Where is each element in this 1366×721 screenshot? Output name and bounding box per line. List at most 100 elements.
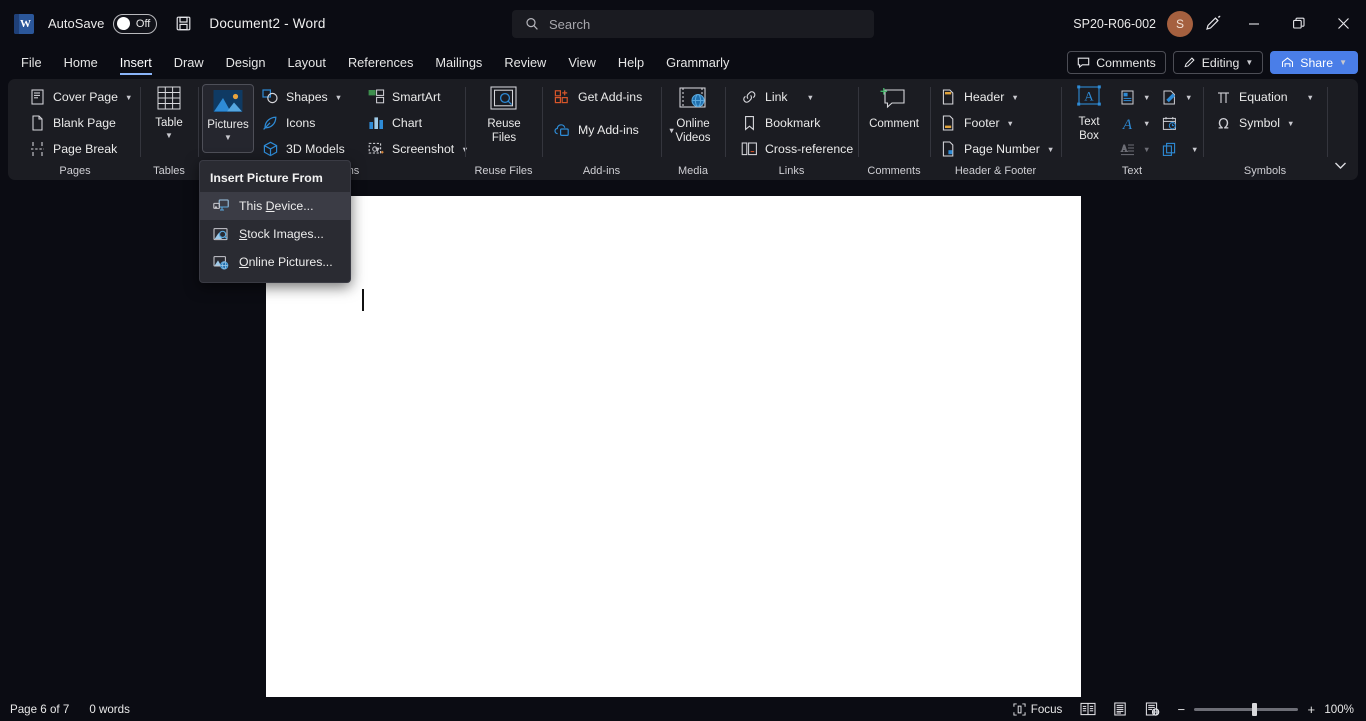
chart-button[interactable]: Chart [367, 112, 422, 134]
text-box-label-line1: Text [1078, 116, 1100, 128]
tab-references[interactable]: References [337, 47, 424, 78]
chevron-down-icon: ▼ [1191, 144, 1199, 154]
new-comment-button[interactable]: Comment [866, 85, 922, 131]
footer-label: Footer [964, 116, 1000, 130]
tab-draw[interactable]: Draw [163, 47, 215, 78]
signature-line-icon [1160, 88, 1178, 106]
read-mode-button[interactable] [1072, 697, 1104, 721]
zoom-slider-thumb[interactable] [1252, 702, 1258, 716]
share-button[interactable]: Share ▼ [1270, 51, 1358, 74]
cross-reference-button[interactable]: Cross-reference [740, 138, 853, 160]
zoom-level-label[interactable]: 100% [1316, 703, 1366, 716]
table-button[interactable]: Table ▼ [141, 85, 197, 140]
link-button[interactable]: Link ▼ [740, 86, 814, 108]
minimize-button[interactable] [1231, 0, 1276, 47]
footer-button[interactable]: Footer ▼ [939, 112, 1014, 134]
group-label-symbols: Symbols [1243, 165, 1287, 177]
object-button[interactable]: ▼ [1160, 138, 1198, 160]
bookmark-icon [740, 114, 758, 132]
tab-insert[interactable]: Insert [109, 47, 163, 78]
equation-button[interactable]: Equation ▼ [1214, 86, 1314, 108]
zoom-slider[interactable] [1194, 702, 1299, 716]
screenshot-icon [367, 140, 385, 158]
comments-button[interactable]: Comments [1067, 51, 1166, 74]
print-layout-button[interactable] [1104, 697, 1136, 721]
page-break-button[interactable]: Page Break [28, 138, 117, 160]
smartart-button[interactable]: SmartArt [367, 86, 441, 108]
chevron-down-icon: ▼ [124, 92, 133, 102]
header-button[interactable]: Header ▼ [939, 86, 1019, 108]
my-addins-button[interactable]: My Add-ins ▼ [553, 119, 675, 141]
avatar[interactable]: S [1167, 10, 1193, 37]
pen-draw-icon[interactable] [1193, 0, 1231, 47]
page-break-label: Page Break [53, 142, 118, 156]
chevron-down-icon: ▼ [1006, 118, 1014, 128]
web-layout-button[interactable] [1136, 697, 1168, 721]
zoom-out-button[interactable]: − [1176, 702, 1186, 717]
screenshot-button[interactable]: Screenshot ▼ [367, 138, 469, 160]
autosave-label: AutoSave [48, 16, 105, 31]
header-icon [939, 88, 957, 106]
zoom-in-button[interactable]: + [1306, 702, 1316, 717]
quick-parts-button[interactable]: ▼ [1118, 86, 1150, 108]
online-videos-label-line2: Videos [675, 132, 711, 144]
ribbon-collapse-button[interactable] [1330, 156, 1350, 174]
group-label-links: Links [778, 165, 805, 177]
tab-file[interactable]: File [10, 47, 53, 78]
close-button[interactable] [1321, 0, 1366, 47]
tab-grammarly[interactable]: Grammarly [655, 47, 740, 78]
document-page[interactable] [266, 196, 1081, 697]
my-addins-icon [553, 121, 571, 139]
date-and-time-button[interactable] [1160, 112, 1178, 134]
menu-item-online-pictures[interactable]: Online Pictures... [200, 248, 350, 276]
ribbon-group-text: A Text Box ▼ A ▼ A ▼ ▼ ▼ Text [1062, 79, 1202, 180]
chevron-down-icon: ▼ [1245, 58, 1254, 67]
tab-home[interactable]: Home [53, 47, 109, 78]
wordart-button[interactable]: A ▼ [1118, 112, 1150, 134]
signature-line-button[interactable]: ▼ [1160, 86, 1192, 108]
pictures-button[interactable]: Pictures ▼ [202, 84, 254, 153]
text-box-label-line2: Box [1079, 130, 1099, 142]
zoom-control[interactable]: − + [1168, 702, 1316, 717]
status-bar-right: Focus − + 100% [1003, 697, 1366, 721]
restore-button[interactable] [1276, 0, 1321, 47]
tab-review[interactable]: Review [493, 47, 557, 78]
save-button[interactable] [171, 12, 195, 36]
drop-cap-button[interactable]: A ▼ [1118, 138, 1150, 160]
focus-button[interactable]: Focus [1003, 697, 1073, 721]
text-box-button[interactable]: A Text Box [1065, 85, 1113, 143]
blank-page-button[interactable]: Blank Page [28, 112, 116, 134]
word-count[interactable]: 0 words [79, 703, 140, 716]
status-bar-left: Page 6 of 7 0 words [0, 703, 140, 716]
chevron-down-icon: ▼ [165, 131, 173, 140]
online-videos-icon [679, 87, 706, 108]
shapes-button[interactable]: Shapes ▼ [261, 86, 342, 108]
group-label-tables: Tables [153, 165, 185, 177]
get-addins-button[interactable]: Get Add-ins [553, 86, 642, 108]
focus-icon [1013, 702, 1026, 716]
cover-page-button[interactable]: Cover Page ▼ [28, 86, 132, 108]
icons-button[interactable]: Icons [261, 112, 315, 134]
online-videos-button[interactable]: Online Videos [665, 85, 721, 145]
footer-icon [939, 114, 957, 132]
editing-button[interactable]: Editing ▼ [1172, 51, 1264, 74]
my-addins-label: My Add-ins [578, 123, 639, 137]
ribbon-tab-bar: File Home Insert Draw Design Layout Refe… [0, 47, 1366, 78]
bookmark-button[interactable]: Bookmark [740, 112, 820, 134]
menu-item-this-device[interactable]: This Device... [200, 192, 350, 220]
menu-item-stock-images[interactable]: Stock Images... [200, 220, 350, 248]
page-number-button[interactable]: Page Number ▼ [939, 138, 1054, 160]
tab-layout[interactable]: Layout [277, 47, 337, 78]
page-indicator[interactable]: Page 6 of 7 [0, 703, 79, 716]
autosave-toggle[interactable]: Off [113, 13, 158, 34]
tab-view[interactable]: View [557, 47, 607, 78]
tab-design[interactable]: Design [215, 47, 277, 78]
tab-help[interactable]: Help [607, 47, 655, 78]
3d-models-button[interactable]: 3D Models ▼ [261, 138, 381, 160]
chevron-down-icon: ▼ [1143, 92, 1151, 102]
blank-page-label: Blank Page [53, 116, 116, 130]
tab-mailings[interactable]: Mailings [424, 47, 493, 78]
reuse-files-button[interactable]: Reuse Files [476, 85, 532, 145]
symbol-button[interactable]: Ω Symbol ▼ [1214, 112, 1295, 134]
search-input[interactable]: Search [512, 10, 874, 38]
